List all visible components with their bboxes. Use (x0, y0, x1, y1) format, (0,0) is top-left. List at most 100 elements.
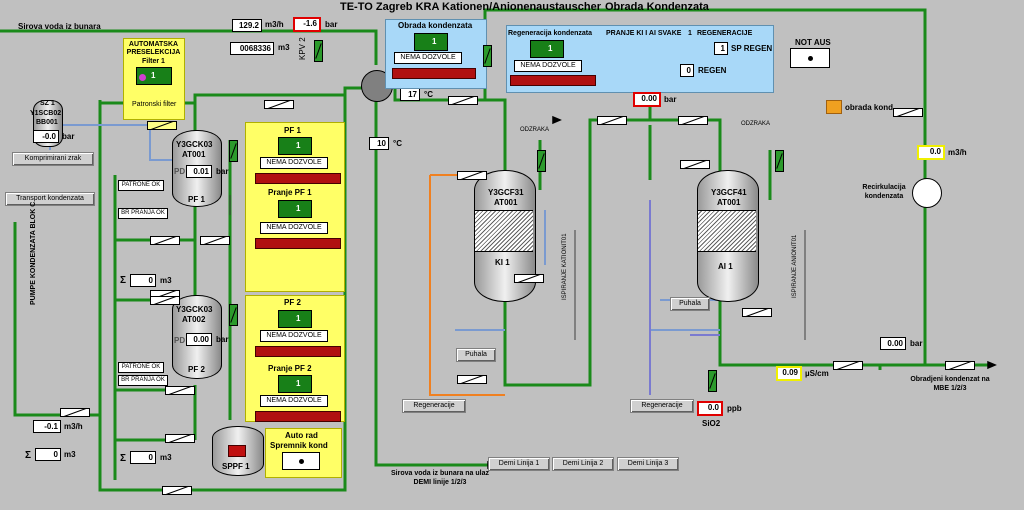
auto-rad-title: Auto rad (285, 431, 318, 440)
pranje1-title: Pranje PF 1 (268, 188, 312, 197)
status-lamp-icon (139, 74, 146, 81)
pranje2-alarm-bar (255, 411, 341, 422)
pf1-pd-label: PD (174, 167, 186, 176)
valve-pf1-out-b[interactable] (150, 236, 180, 245)
mid-pressure-unit: bar (664, 95, 677, 104)
pf2-pressure-unit: bar (216, 335, 229, 344)
pf1-pressure-unit: bar (216, 167, 229, 176)
pf2-pd-label: PD (174, 336, 186, 345)
recirc-flow-value: 0.0 (917, 145, 945, 160)
sigma-symbol-3: Σ (25, 450, 32, 461)
patronski-filter-label: Patronski filter (132, 101, 177, 108)
valve-bottom[interactable] (162, 486, 192, 495)
valve-mid-b[interactable] (678, 116, 708, 125)
auto-rad-button[interactable] (282, 452, 320, 470)
sio2-unit: ppb (727, 404, 742, 413)
sppf-level-indicator (228, 445, 246, 457)
pranje1-indicator[interactable]: 1 (278, 200, 312, 218)
regen-alarm-bar (510, 75, 596, 86)
raw-water-flow-value: 129.2 (232, 19, 262, 32)
filter1-indicator[interactable]: 1 (136, 67, 172, 85)
auto-preselection-sub: Filter 1 (142, 58, 165, 65)
sigma-value-3: 0 (35, 448, 61, 461)
pf2-tank-line1: Y3GCK03 (176, 305, 213, 314)
obrada-panel-title: Obrada kondenzata (398, 21, 473, 30)
regen-value: 0 (680, 64, 694, 77)
sz1-pressure-value: -0.0 (33, 130, 59, 143)
kpv-valve[interactable] (314, 40, 323, 62)
puhala-ai-button[interactable]: Puhala (670, 297, 710, 311)
conductivity-unit: µS/cm (805, 369, 829, 378)
patrone-ok-2: PATRONE OK (118, 362, 164, 373)
ki-resin-bed (475, 210, 533, 252)
valve-regen-ki[interactable] (457, 375, 487, 384)
valve-ki-vent[interactable] (537, 150, 546, 172)
valve-pf1-out-c[interactable] (200, 236, 230, 245)
valve-outlet-a[interactable] (833, 361, 863, 370)
komprimirani-zrak-button[interactable]: Komprimirani zrak (12, 152, 94, 166)
ki-line1: Y3GCF31 (488, 188, 524, 197)
not-aus-label: NOT AUS (795, 38, 831, 47)
recirc-flow-unit: m3/h (948, 148, 967, 157)
regen-count: 1 (688, 30, 692, 37)
demi-linija-3-button[interactable]: Demi Linija 3 (617, 457, 679, 471)
sz1-pressure-unit: bar (62, 132, 75, 141)
valve-pf2-vent[interactable] (229, 304, 238, 326)
regen-panel-title2: PRANJE KI I AI SVAKE (606, 30, 682, 37)
pf1-tank-line1: Y3GCK03 (176, 140, 213, 149)
valve-pumpe[interactable] (60, 408, 90, 417)
valve-pf2-in[interactable] (150, 296, 180, 305)
regen-indicator[interactable]: 1 (530, 40, 564, 58)
obrada-indicator[interactable]: 1 (414, 33, 448, 51)
valve-ki-rinse[interactable] (514, 274, 544, 283)
valve-recirc[interactable] (893, 108, 923, 117)
pf1-indicator[interactable]: 1 (278, 137, 312, 155)
sio2-label: SiO2 (702, 419, 721, 428)
sirova-ulaz-label: Sirova voda iz bunara na ulaz DEMI linij… (390, 470, 490, 486)
recirc-pump-icon[interactable] (912, 178, 942, 208)
ki-line2: AT001 (494, 198, 518, 207)
regeneracije-ai-button[interactable]: Regeneracije (630, 399, 694, 413)
demi-linija-1-button[interactable]: Demi Linija 1 (488, 457, 550, 471)
valve-ki-regen[interactable] (457, 171, 487, 180)
conductivity-value: 0.09 (776, 366, 802, 381)
obradjeni-kondenzat-label: Obradjeni kondenzat na MBE 1/2/3 (910, 376, 990, 392)
valve-pf2-out-a[interactable] (165, 386, 195, 395)
valve-ai-rinse[interactable] (742, 308, 772, 317)
pf1-panel-title: PF 1 (284, 126, 301, 135)
raw-water-flow-unit: m3/h (265, 20, 284, 29)
puhala-ki-button[interactable]: Puhala (456, 348, 496, 362)
valve-pf2-out-b[interactable] (165, 434, 195, 443)
pf2-indicator[interactable]: 1 (278, 310, 312, 328)
br-pranja-ok-2: BR PRANJA OK (118, 375, 168, 386)
valve-ai-vent[interactable] (775, 150, 784, 172)
pf1-tank-label: PF 1 (188, 195, 205, 204)
not-aus-button[interactable] (790, 48, 830, 68)
valve-outlet-b[interactable] (945, 361, 975, 370)
air-valve[interactable] (147, 121, 177, 130)
valve-ki-inlet[interactable] (448, 96, 478, 105)
valve-mid-a[interactable] (597, 116, 627, 125)
valve-pf1-vent[interactable] (229, 140, 238, 162)
regeneracije-ki-button[interactable]: Regeneracije (402, 399, 466, 413)
screen-title: TE-TO Zagreb KRA Kationen/Anionenaustaus… (340, 1, 601, 13)
valve-sio2[interactable] (708, 370, 717, 392)
regen-label: REGEN (698, 66, 727, 75)
ai-ispiranje-label: ISPIRANJE ANIONIT01 (792, 234, 798, 298)
valve-recirc-top[interactable] (483, 45, 492, 67)
pranje2-indicator[interactable]: 1 (278, 375, 312, 393)
heater-icon[interactable] (826, 100, 842, 114)
demi-linija-2-button[interactable]: Demi Linija 2 (552, 457, 614, 471)
regen-panel-title3: REGENERACIJE (697, 30, 753, 37)
regen-panel-title: Regeneracija kondenzata (508, 30, 593, 37)
temp2-unit: °C (393, 139, 402, 148)
transport-kondenzata-button[interactable]: Transport kondenzata (5, 192, 95, 206)
valve-header[interactable] (264, 100, 294, 109)
valve-ai-regen[interactable] (680, 160, 710, 169)
odzraka-ki-label: ODZRAKA (520, 127, 550, 133)
auto-preselection-title: AUTOMATSKA PRESELEKCIJA (126, 41, 181, 56)
pf2-tank-label: PF 2 (188, 365, 205, 374)
pf2-pressure-value: 0.00 (186, 333, 212, 346)
sz1-label1: SZ 1 (40, 100, 55, 107)
outlet-pressure-unit: bar (910, 339, 923, 348)
